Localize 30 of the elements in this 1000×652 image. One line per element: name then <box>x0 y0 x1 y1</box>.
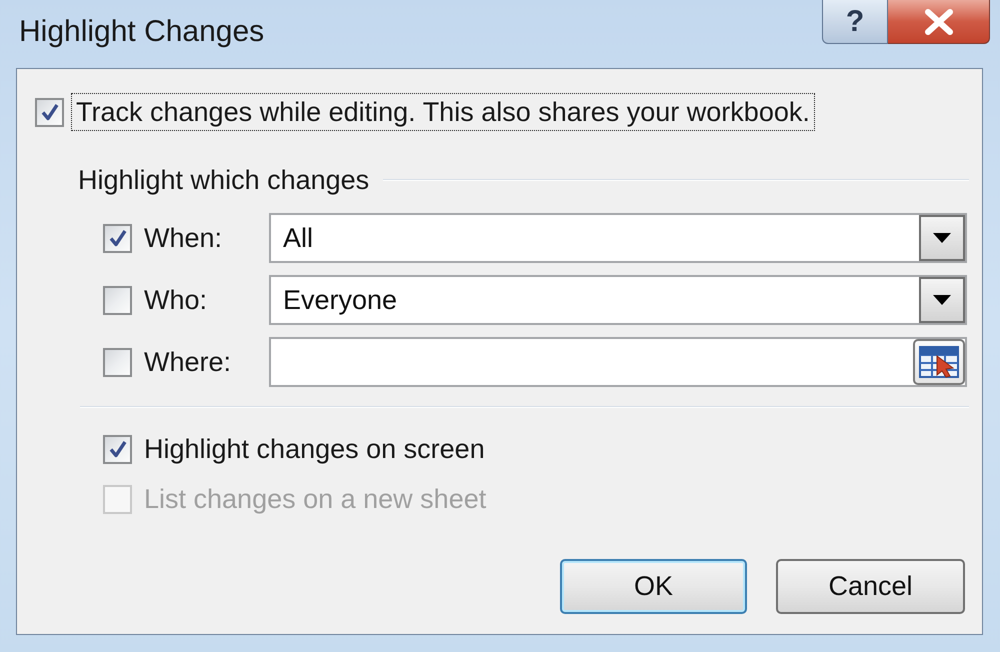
input-field[interactable] <box>269 337 967 387</box>
help-button[interactable]: ? <box>822 0 888 44</box>
checkmark-icon <box>108 229 126 247</box>
checkbox[interactable] <box>35 98 64 126</box>
checkbox[interactable] <box>103 348 132 376</box>
caret-icon <box>933 295 951 305</box>
close-button[interactable] <box>888 0 990 44</box>
checkbox[interactable] <box>103 286 132 314</box>
checkbox-label: Highlight changes on screen <box>144 432 485 466</box>
dropdown-button[interactable] <box>919 277 965 323</box>
dialog-button[interactable]: OK <box>560 559 747 614</box>
checkbox-label: Track changes while editing. This also shares your workbook. <box>71 93 815 131</box>
checkbox-label: Where: <box>144 346 232 379</box>
group-title: Highlight which changes <box>78 164 370 196</box>
dropdown-button[interactable] <box>919 215 965 261</box>
checkmark-icon <box>108 440 126 458</box>
dialog-button[interactable]: Cancel <box>776 559 965 614</box>
grid-arrow-icon <box>919 346 959 378</box>
checkbox[interactable] <box>103 434 132 464</box>
caret-icon <box>933 233 951 243</box>
range-select-button[interactable] <box>913 339 965 385</box>
dropdown-field[interactable]: Everyone <box>269 275 967 325</box>
checkbox[interactable] <box>103 224 132 252</box>
checkbox-label: Who: <box>144 284 208 317</box>
close-icon <box>924 8 954 34</box>
window-title: Highlight Changes <box>19 15 264 49</box>
checkmark-icon <box>40 103 58 121</box>
checkbox-label: List changes on a new sheet <box>144 482 486 516</box>
dropdown-field[interactable]: All <box>269 213 967 263</box>
checkbox-label: When: <box>144 222 224 255</box>
